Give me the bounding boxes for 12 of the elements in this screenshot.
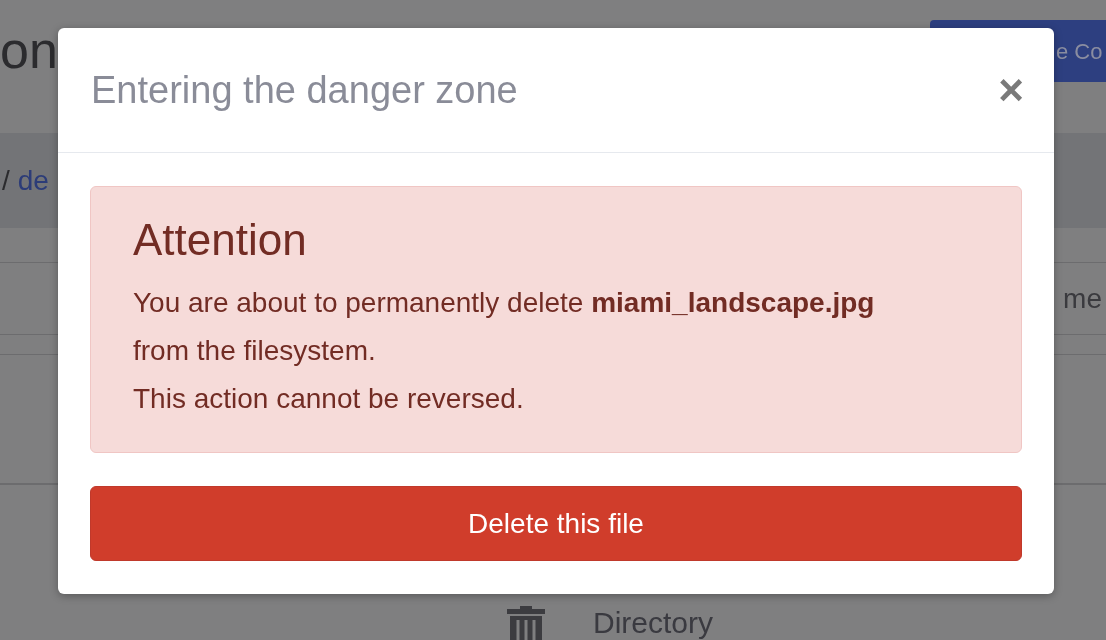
close-button[interactable]: ×	[998, 68, 1024, 112]
modal-title: Entering the danger zone	[91, 67, 518, 113]
delete-button[interactable]: Delete this file	[90, 486, 1022, 561]
column-header: me	[1063, 281, 1103, 316]
row-type: Directory	[593, 605, 713, 640]
breadcrumb-separator: /	[2, 163, 10, 198]
alert-heading: Attention	[133, 214, 308, 266]
alert-text: You are about to permanently delete miami_landscape.jpg from the filesystem.	[133, 286, 876, 368]
breadcrumb-link[interactable]: de	[17, 159, 49, 202]
alert-text: This action cannot be reversed.	[133, 382, 525, 416]
page-title: on	[0, 20, 58, 81]
trash-icon[interactable]	[507, 606, 545, 640]
